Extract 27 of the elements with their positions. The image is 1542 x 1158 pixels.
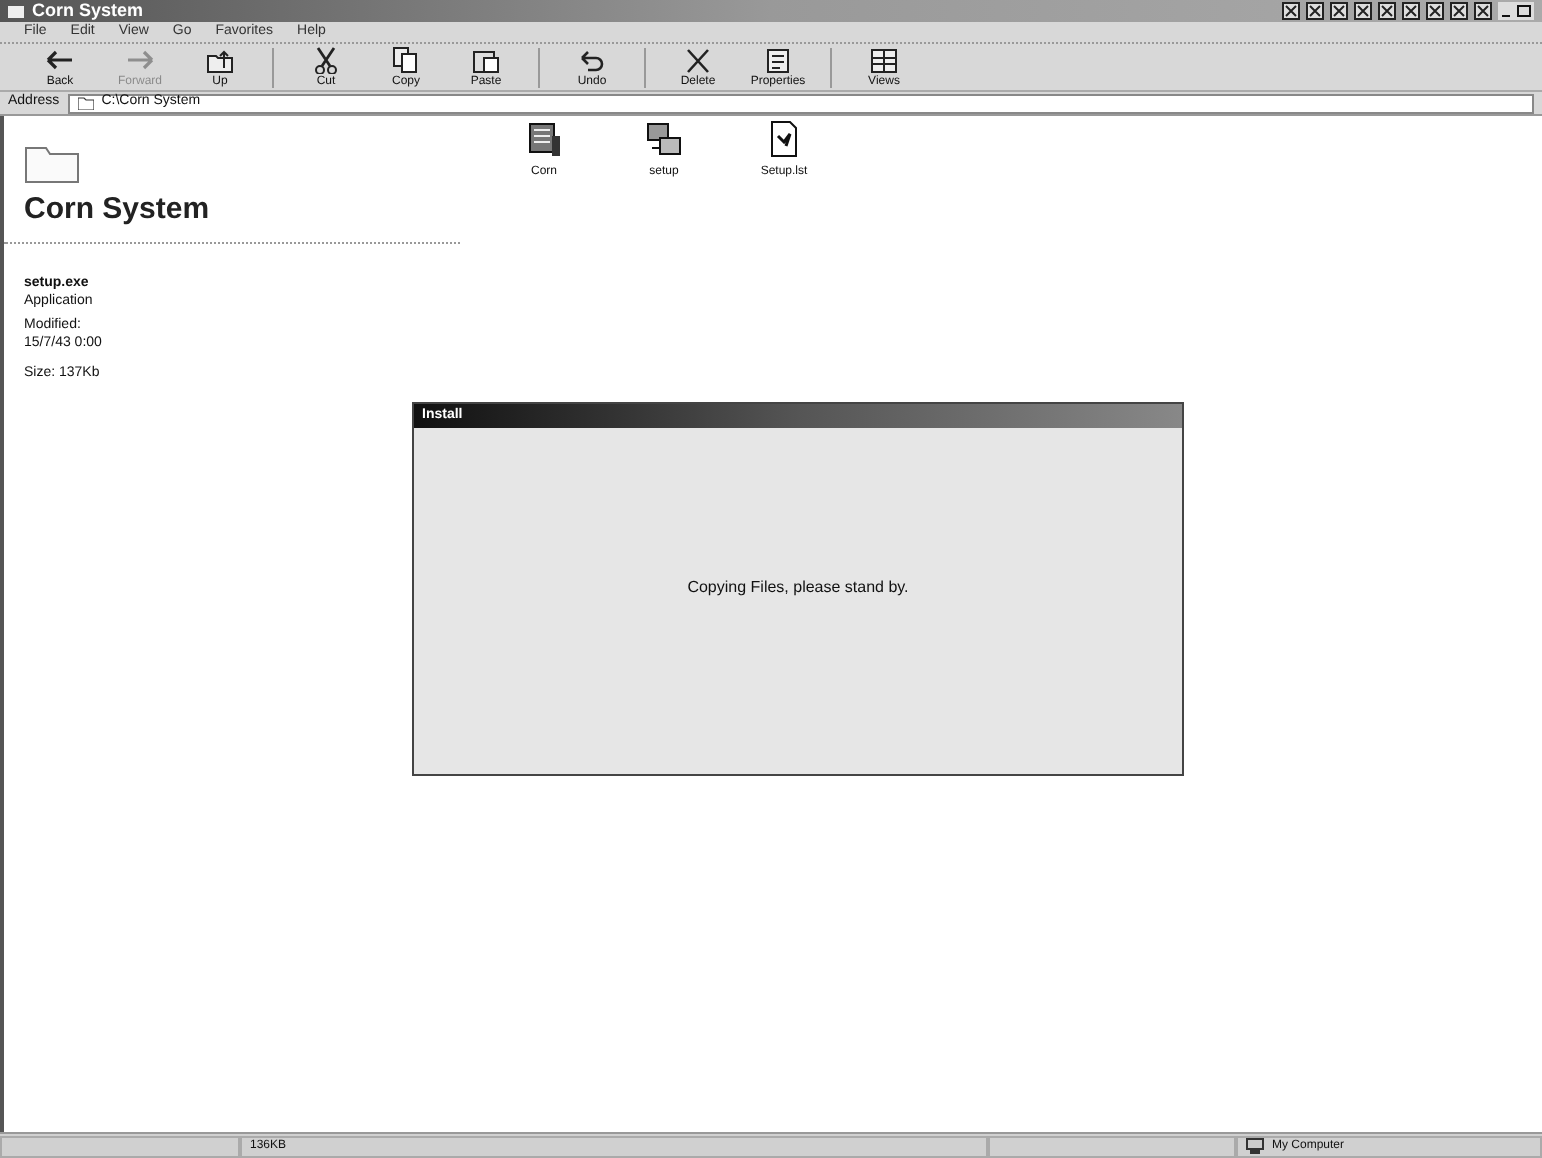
- forward-arrow-icon: [124, 46, 156, 74]
- folder-icon: [77, 96, 94, 110]
- window-icon: [8, 4, 24, 18]
- tray-icon[interactable]: [1354, 2, 1372, 20]
- tray-icon[interactable]: [1474, 2, 1492, 20]
- tray-icon[interactable]: [1282, 2, 1300, 20]
- folder-up-icon: [204, 46, 236, 74]
- tray-icon[interactable]: [1402, 2, 1420, 20]
- window-title: Corn System: [32, 2, 144, 20]
- scissors-icon: [310, 46, 342, 74]
- x-icon: [682, 46, 714, 74]
- computers-icon[interactable]: [644, 120, 684, 160]
- window-controls-icon[interactable]: [1498, 2, 1534, 20]
- server-icon[interactable]: [524, 120, 564, 160]
- back-arrow-icon: [44, 46, 76, 74]
- tray-icon[interactable]: [1330, 2, 1348, 20]
- undo-icon: [576, 46, 608, 74]
- paste-icon: [470, 46, 502, 74]
- tray-icon[interactable]: [1378, 2, 1396, 20]
- tray-icon[interactable]: [1306, 2, 1324, 20]
- grid-icon: [868, 46, 900, 74]
- folder-title: Corn System: [24, 190, 212, 230]
- copy-icon: [390, 46, 422, 74]
- tray-icon[interactable]: [1426, 2, 1444, 20]
- document-icon: [762, 46, 794, 74]
- dialog-message: Copying Files, please stand by.: [687, 575, 909, 599]
- tray-icon[interactable]: [1450, 2, 1468, 20]
